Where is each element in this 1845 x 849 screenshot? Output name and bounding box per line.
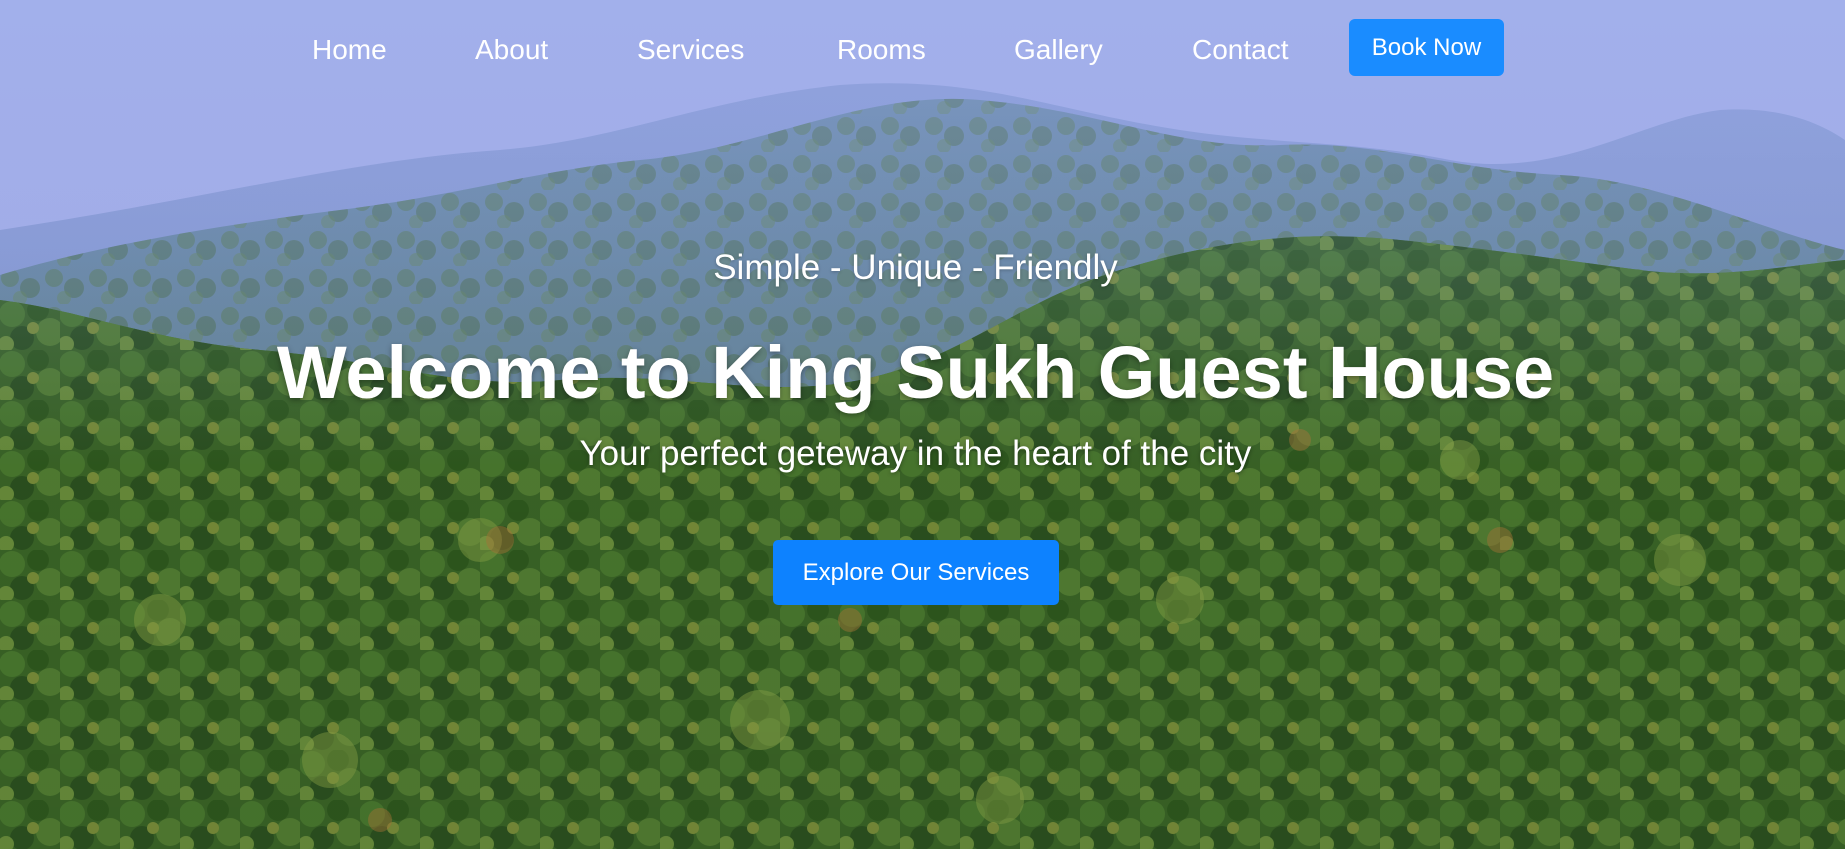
hero-tagline: Simple - Unique - Friendly [713,248,1118,287]
nav-link-about[interactable]: About [475,34,548,66]
top-navigation: Home About Services Rooms Gallery Contac… [0,0,1845,100]
nav-link-contact[interactable]: Contact [1192,34,1289,66]
nav-link-home[interactable]: Home [312,34,387,66]
explore-services-button[interactable]: Explore Our Services [773,540,1059,605]
hero-title: Welcome to King Sukh Guest House [276,331,1555,414]
hero-subtitle: Your perfect geteway in the heart of the… [579,434,1252,473]
hero-overlay [0,0,1845,849]
nav-link-services[interactable]: Services [637,34,744,66]
hero-section: Home About Services Rooms Gallery Contac… [0,0,1845,849]
nav-link-rooms[interactable]: Rooms [837,34,926,66]
nav-link-gallery[interactable]: Gallery [1014,34,1103,66]
book-now-button[interactable]: Book Now [1349,19,1504,76]
